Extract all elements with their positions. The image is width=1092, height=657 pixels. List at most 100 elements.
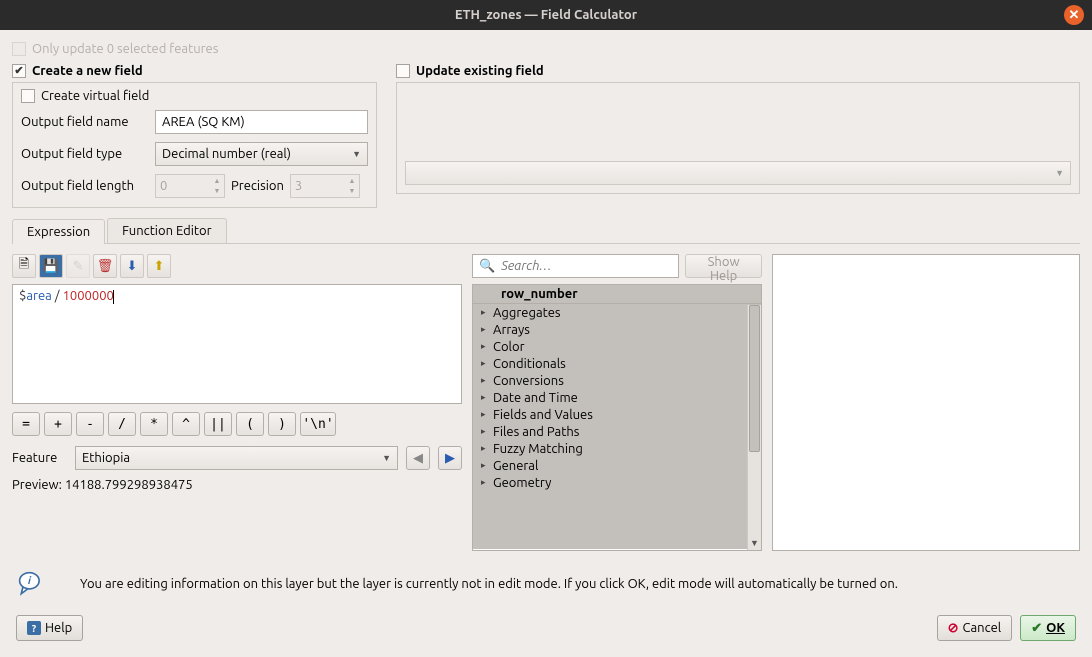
tree-item[interactable]: ▸Fuzzy Matching (473, 440, 761, 457)
tree-item[interactable]: ▸Conditionals (473, 355, 761, 372)
dialog-content: Only update 0 selected features Create a… (0, 30, 1092, 657)
precision-label: Precision (231, 179, 284, 193)
tree-item[interactable]: ▸Date and Time (473, 389, 761, 406)
triangle-left-icon: ◀ (413, 451, 423, 466)
trash-icon: 🗑 (97, 259, 114, 274)
create-virtual-label: Create virtual field (41, 89, 149, 103)
feature-label: Feature (12, 451, 67, 465)
preview-label: Preview: (12, 478, 62, 492)
search-icon: 🔍 (479, 259, 495, 274)
output-length-label: Output field length (21, 179, 149, 193)
feature-prev-button[interactable]: ◀ (406, 446, 430, 470)
expression-toolbar: 🗎 💾 ✎ 🗑 ⬇ ⬆ (12, 254, 462, 278)
chevron-right-icon: ▸ (481, 307, 489, 318)
op-plus[interactable]: + (44, 412, 72, 436)
output-length-spinner: 0 ▲▼ (155, 174, 225, 198)
expression-pane: 🗎 💾 ✎ 🗑 ⬇ ⬆ $area / 1000000 = + - / * ^ … (12, 254, 462, 551)
chevron-down-icon: ▼ (352, 149, 361, 159)
scrollbar-thumb[interactable] (749, 305, 760, 452)
output-type-value: Decimal number (real) (162, 147, 291, 161)
op-multiply[interactable]: * (140, 412, 168, 436)
info-bar: i You are editing information on this la… (12, 571, 1080, 597)
chevron-right-icon: ▸ (481, 409, 489, 420)
op-lparen[interactable]: ( (236, 412, 264, 436)
document-icon: 🗎 (19, 255, 29, 277)
chevron-down-icon: ▼ (382, 453, 391, 463)
tree-item[interactable]: ▸Fields and Values (473, 406, 761, 423)
tree-item[interactable]: ▸Color (473, 338, 761, 355)
new-expression-button[interactable]: 🗎 (12, 254, 36, 278)
chevron-right-icon: ▸ (481, 324, 489, 335)
tree-item[interactable]: ▸Conversions (473, 372, 761, 389)
info-text: You are editing information on this laye… (80, 577, 898, 591)
precision-spinner: 3 ▲▼ (290, 174, 360, 198)
help-icon: ? (27, 621, 41, 635)
info-icon: i (18, 571, 44, 597)
tree-item[interactable]: ▸General (473, 457, 761, 474)
close-button[interactable]: ✕ (1064, 5, 1084, 25)
scrollbar[interactable]: ▼ (747, 305, 761, 550)
tree-header[interactable]: row_number (473, 285, 761, 304)
pencil-icon: ✎ (73, 259, 84, 274)
feature-value: Ethiopia (82, 451, 130, 465)
tab-expression[interactable]: Expression (12, 219, 105, 244)
window-title: ETH_zones — Field Calculator (455, 8, 637, 22)
operator-row: = + - / * ^ || ( ) '\n' (12, 412, 462, 436)
tab-bar: Expression Function Editor (12, 218, 1080, 244)
create-new-checkbox[interactable] (12, 64, 26, 78)
op-rparen[interactable]: ) (268, 412, 296, 436)
tree-item[interactable]: ▸Aggregates (473, 304, 761, 321)
scroll-down-icon[interactable]: ▼ (748, 536, 761, 550)
feature-select[interactable]: Ethiopia ▼ (75, 446, 398, 470)
import-expression-button[interactable]: ⬇ (120, 254, 144, 278)
delete-expression-button[interactable]: 🗑 (93, 254, 117, 278)
tree-item[interactable]: ▸Arrays (473, 321, 761, 338)
chevron-right-icon: ▸ (481, 426, 489, 437)
cancel-button[interactable]: ⊘ Cancel (937, 615, 1013, 641)
close-icon: ✕ (1069, 8, 1080, 23)
update-existing-label: Update existing field (416, 64, 544, 78)
save-expression-button[interactable]: 💾 (39, 254, 63, 278)
tree-item[interactable]: ▸Files and Paths (473, 423, 761, 440)
create-virtual-checkbox[interactable] (21, 89, 35, 103)
download-icon: ⬇ (127, 259, 138, 274)
expression-editor[interactable]: $area / 1000000 (12, 284, 462, 404)
triangle-right-icon: ▶ (445, 451, 455, 466)
export-expression-button[interactable]: ⬆ (147, 254, 171, 278)
titlebar: ETH_zones — Field Calculator ✕ (0, 0, 1092, 30)
op-concat[interactable]: || (204, 412, 232, 436)
function-tree[interactable]: row_number ▸Aggregates▸Arrays▸Color▸Cond… (472, 284, 762, 551)
dialog-footer: ? Help ⊘ Cancel ✔ OK (12, 615, 1080, 645)
tree-item[interactable]: ▸Geometry (473, 474, 761, 491)
search-input[interactable] (501, 259, 672, 273)
help-button[interactable]: ? Help (16, 615, 83, 641)
function-list-pane: 🔍 Show Help row_number ▸Aggregates▸Array… (472, 254, 762, 551)
create-field-panel: Create virtual field Output field name O… (12, 82, 377, 208)
ok-button[interactable]: ✔ OK (1020, 615, 1076, 641)
function-search[interactable]: 🔍 (472, 254, 679, 278)
output-type-select[interactable]: Decimal number (real) ▼ (155, 142, 368, 166)
chevron-down-icon: ▼ (1055, 168, 1064, 178)
chevron-right-icon: ▸ (481, 477, 489, 488)
op-divide[interactable]: / (108, 412, 136, 436)
help-pane (772, 254, 1080, 551)
update-field-select: ▼ (405, 161, 1071, 185)
update-field-column: Update existing field ▼ (396, 64, 1080, 208)
preview-value: 14188.799298938475 (65, 478, 193, 492)
create-field-column: Create a new field Create virtual field … (12, 64, 384, 208)
op-power[interactable]: ^ (172, 412, 200, 436)
update-existing-header: Update existing field (396, 64, 1080, 78)
op-equals[interactable]: = (12, 412, 40, 436)
op-newline[interactable]: '\n' (300, 412, 336, 436)
chevron-right-icon: ▸ (481, 341, 489, 352)
show-help-button[interactable]: Show Help (685, 254, 762, 278)
update-existing-checkbox[interactable] (396, 64, 410, 78)
chevron-right-icon: ▸ (481, 358, 489, 369)
ok-icon: ✔ (1031, 621, 1042, 636)
output-name-input[interactable] (155, 110, 368, 134)
feature-next-button[interactable]: ▶ (438, 446, 462, 470)
op-minus[interactable]: - (76, 412, 104, 436)
chevron-right-icon: ▸ (481, 375, 489, 386)
tab-function-editor[interactable]: Function Editor (107, 218, 226, 243)
only-update-label: Only update 0 selected features (32, 42, 218, 56)
